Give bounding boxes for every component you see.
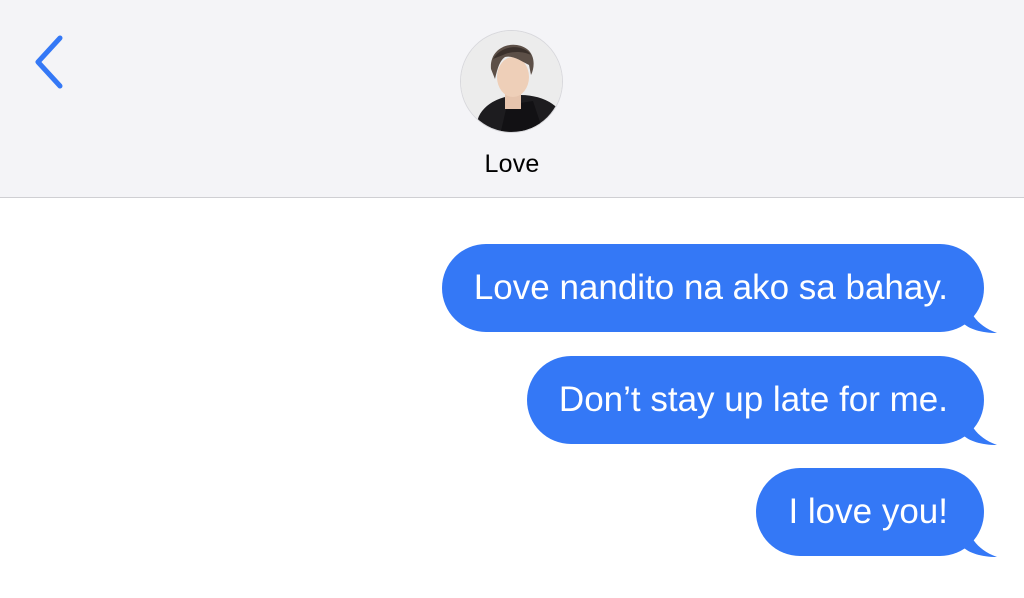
message-bubble[interactable]: I love you! [756, 468, 997, 557]
contact-name[interactable]: Love [0, 150, 1024, 179]
bubble-tail [963, 405, 997, 445]
bubble-tail [963, 517, 997, 557]
contact-avatar[interactable] [461, 31, 562, 132]
chevron-left-icon [35, 35, 63, 89]
avatar-photo [461, 31, 562, 132]
message-bubble[interactable]: Love nandito na ako sa bahay. [441, 244, 997, 333]
back-button[interactable] [26, 30, 74, 94]
conversation-header: Love [0, 0, 1024, 198]
message-bubble[interactable]: Don’t stay up late for me. [526, 356, 997, 445]
bubble-tail [963, 293, 997, 333]
message-text: I love you! [788, 492, 948, 531]
message-text: Love nandito na ako sa bahay. [473, 268, 948, 307]
message-thread: Love nandito na ako sa bahay. Don’t stay… [0, 198, 1024, 598]
message-text: Don’t stay up late for me. [558, 380, 948, 419]
